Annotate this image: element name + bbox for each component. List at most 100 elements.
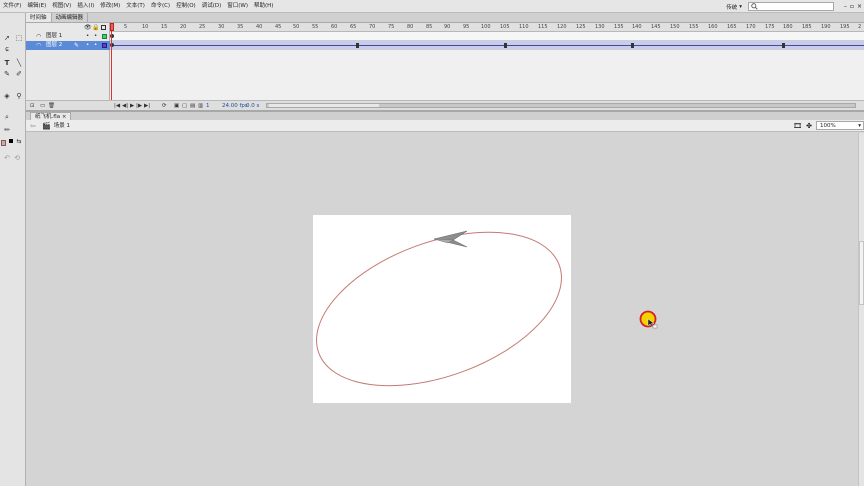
back-arrow-icon[interactable]: ⇦ <box>30 122 36 130</box>
pencil-tool-icon[interactable]: ✎ <box>1 69 13 79</box>
menu-edit[interactable]: 编辑(E) <box>24 0 49 13</box>
zoom-tool-icon[interactable]: ⌕ <box>1 112 13 122</box>
menu-control[interactable]: 控制(O) <box>173 0 199 13</box>
ruler-tick: 95 <box>463 24 470 30</box>
motion-guide-path[interactable] <box>313 215 571 403</box>
cursor-highlight-icon <box>639 310 658 329</box>
paper-plane-icon[interactable] <box>433 230 468 248</box>
frame-grid[interactable]: 1 5 10 15 20 25 30 35 40 45 50 55 60 65 … <box>110 23 864 110</box>
menu-window[interactable]: 窗口(W) <box>224 0 251 13</box>
go-first-frame-icon[interactable]: |◀ <box>114 102 120 110</box>
menu-help[interactable]: 帮助(H) <box>251 0 276 13</box>
smooth-icon[interactable]: ⟲ <box>11 153 23 163</box>
menu-modify[interactable]: 修改(M) <box>97 0 123 13</box>
property-keyframe[interactable] <box>504 43 507 48</box>
go-last-frame-icon[interactable]: ▶| <box>144 102 150 110</box>
timeline-hscroll[interactable] <box>266 103 856 108</box>
step-back-icon[interactable]: ◀| <box>122 102 128 110</box>
ruler-tick: 75 <box>388 24 395 30</box>
menu-insert[interactable]: 插入(I) <box>74 0 97 13</box>
zoom-value: 100% <box>820 123 836 129</box>
frame-ruler[interactable]: 1 5 10 15 20 25 30 35 40 45 50 55 60 65 … <box>110 23 864 32</box>
fill-color-swatch[interactable] <box>1 140 6 146</box>
edit-scene-icon[interactable]: 🎞 <box>793 122 802 130</box>
minimize-icon[interactable]: – <box>844 3 847 10</box>
tab-motion-editor[interactable]: 动画编辑器 <box>52 13 89 22</box>
playhead[interactable] <box>110 23 114 110</box>
ruler-tick: 70 <box>369 24 376 30</box>
menu-file[interactable]: 文件(F) <box>0 0 24 13</box>
lock-dot-icon[interactable]: • <box>94 41 97 50</box>
stage-vscroll[interactable] <box>858 133 864 486</box>
free-transform-tool-icon[interactable]: ⬚ <box>13 33 25 43</box>
playhead-handle[interactable] <box>110 23 114 31</box>
onion-skin-icon[interactable]: ▣ <box>174 102 179 110</box>
stroke-color-icon[interactable]: ✏ <box>1 125 13 135</box>
ruler-tick: 80 <box>407 24 414 30</box>
restore-icon[interactable]: ▫ <box>850 3 854 10</box>
lock-dot-icon[interactable]: • <box>94 32 97 41</box>
step-forward-icon[interactable]: |▶ <box>136 102 142 110</box>
tab-timeline[interactable]: 时间轴 <box>26 13 52 22</box>
onion-markers-icon[interactable]: ▥ <box>198 102 203 110</box>
loop-icon[interactable]: ⟳ <box>162 102 167 110</box>
visibility-dot-icon[interactable]: • <box>86 32 89 41</box>
timeline-tabs: 时间轴 动画编辑器 <box>26 13 864 23</box>
property-keyframe[interactable] <box>782 43 785 48</box>
paint-bucket-tool-icon[interactable]: ◈ <box>1 91 13 101</box>
ruler-tick: 195 <box>840 24 850 30</box>
ruler-tick: 170 <box>746 24 756 30</box>
ruler-tick: 160 <box>708 24 718 30</box>
lock-all-icon[interactable]: 🔒 <box>92 24 99 31</box>
show-hide-all-icon[interactable]: 👁 <box>84 24 92 31</box>
search-icon <box>751 3 758 10</box>
play-icon[interactable]: ▶ <box>130 102 134 110</box>
outline-all-icon[interactable] <box>101 25 106 30</box>
ruler-tick: 165 <box>727 24 737 30</box>
line-tool-icon[interactable]: ╲ <box>13 58 25 68</box>
new-folder-icon[interactable]: ▭ <box>40 102 45 110</box>
stage-vscroll-thumb[interactable] <box>859 241 864 305</box>
brush-tool-icon[interactable]: ✐ <box>13 69 25 79</box>
menu-text[interactable]: 文本(T) <box>123 0 148 13</box>
scene-label[interactable]: 场景 1 <box>54 121 70 131</box>
toolbox: ➚ ⬚ ɕ T ╲ ✎ ✐ ◈ ⚲ ⌕ ✏ ⇆ ↶ ⟲ <box>0 13 26 486</box>
frame-row-layer-1[interactable] <box>110 32 864 41</box>
text-tool-icon[interactable]: T <box>1 58 13 68</box>
outline-color-icon[interactable] <box>102 34 107 39</box>
zoom-select[interactable]: 100% ▾ <box>816 121 864 130</box>
menu-debug[interactable]: 调试(D) <box>199 0 225 13</box>
ruler-tick: 15 <box>161 24 168 30</box>
help-search-input[interactable] <box>748 2 834 11</box>
selection-tool-icon[interactable]: ➚ <box>1 33 13 43</box>
edit-multiple-icon[interactable]: ▤ <box>190 102 195 110</box>
eyedropper-tool-icon[interactable]: ⚲ <box>13 91 25 101</box>
stage[interactable] <box>313 215 571 403</box>
document-tab[interactable]: 纸飞机.fla × <box>30 112 72 120</box>
delete-layer-icon[interactable]: 🗑 <box>48 102 55 110</box>
timeline-hscroll-thumb[interactable] <box>269 104 379 107</box>
close-icon[interactable]: × <box>857 3 862 10</box>
edit-symbols-icon[interactable]: ✤ <box>806 122 812 130</box>
new-layer-icon[interactable]: ⊡ <box>30 102 35 110</box>
property-keyframe[interactable] <box>631 43 634 48</box>
layer-row-2[interactable]: ◠ 图层 2 ✎ • • <box>26 41 110 50</box>
swap-colors-icon[interactable]: ⇆ <box>13 137 25 147</box>
ruler-tick: 120 <box>557 24 567 30</box>
lasso-tool-icon[interactable]: ɕ <box>1 44 13 54</box>
fps-value[interactable]: 24.00 fps <box>222 102 248 110</box>
visibility-dot-icon[interactable]: • <box>86 41 89 50</box>
outline-color-icon[interactable] <box>102 43 107 48</box>
menu-view[interactable]: 视图(V) <box>49 0 74 13</box>
ruler-tick: 60 <box>331 24 338 30</box>
workspace-switcher[interactable]: 传统 ▾ <box>726 3 742 11</box>
menu-commands[interactable]: 命令(C) <box>148 0 173 13</box>
layer-row-1[interactable]: ◠ 图层 1 • • <box>26 32 110 41</box>
chevron-down-icon: ▾ <box>739 3 742 10</box>
onion-outline-icon[interactable]: ▢ <box>182 102 187 110</box>
layer-name: 图层 2 <box>46 42 63 48</box>
frame-row-layer-2[interactable] <box>110 41 864 50</box>
property-keyframe[interactable] <box>356 43 359 48</box>
flash-app: 文件(F) 编辑(E) 视图(V) 插入(I) 修改(M) 文本(T) 命令(C… <box>0 0 864 486</box>
pasteboard[interactable] <box>26 133 858 486</box>
